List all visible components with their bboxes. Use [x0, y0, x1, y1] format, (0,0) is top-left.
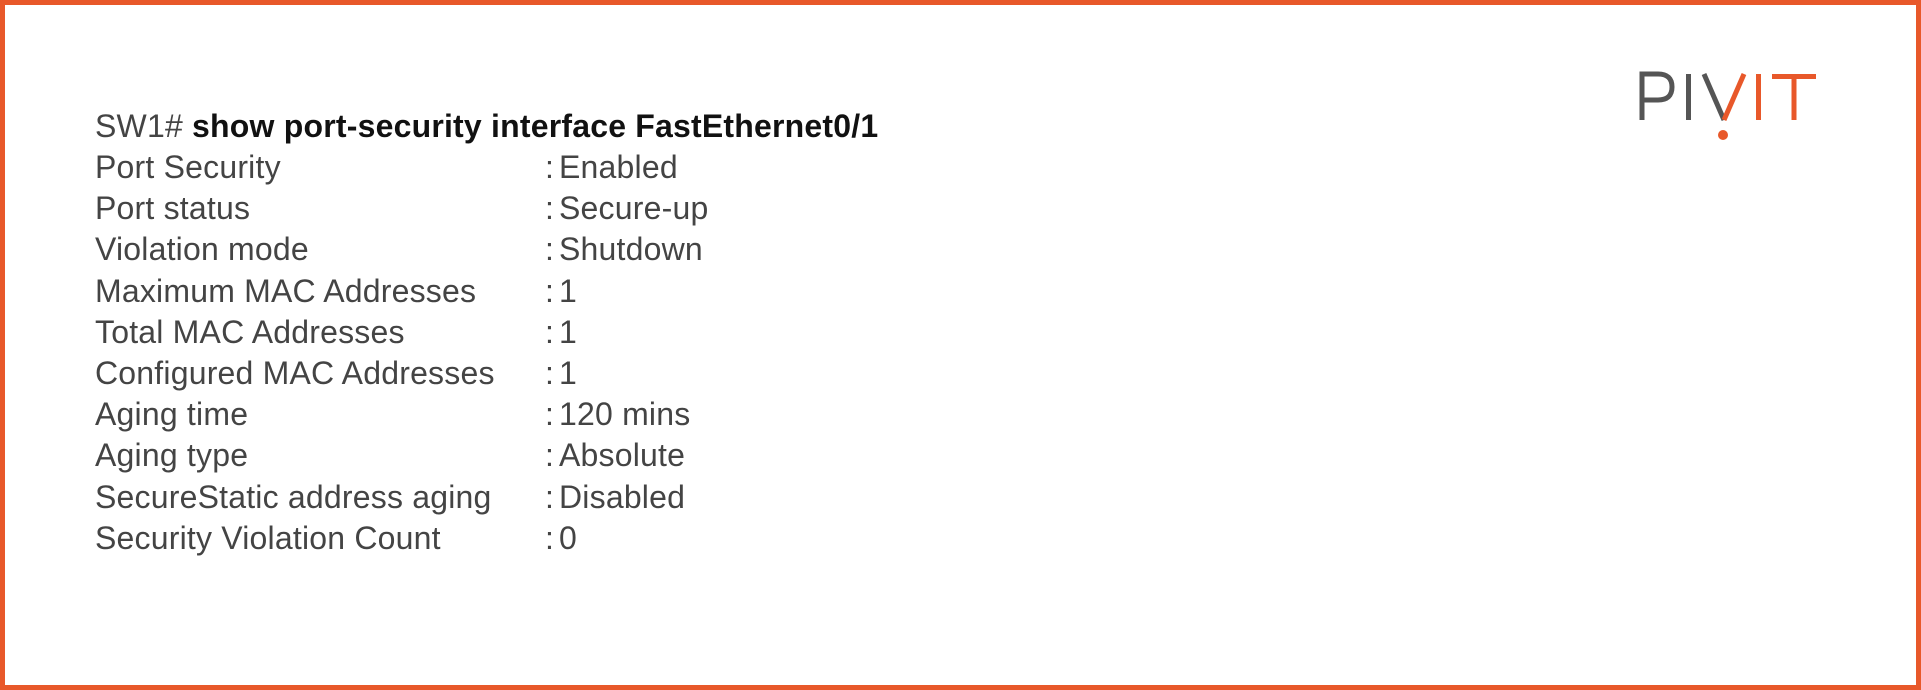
- row-separator: :: [545, 190, 555, 227]
- row-value: Secure-up: [559, 190, 709, 227]
- row-separator: :: [545, 313, 555, 350]
- row-value: 120 mins: [559, 396, 691, 433]
- row-label: Violation mode: [95, 231, 309, 268]
- row-value: 0: [559, 519, 577, 556]
- command-line: SW1# show port-security interface FastEt…: [95, 106, 878, 147]
- row-label: Maximum MAC Addresses: [95, 272, 477, 309]
- row-value: Shutdown: [559, 231, 703, 268]
- cli-command: show port-security interface FastEtherne…: [192, 108, 879, 144]
- output-row: Configured MAC Addresses:1: [95, 353, 878, 394]
- output-row: Port status: Secure-up: [95, 188, 878, 229]
- output-row: Aging time:120 mins: [95, 394, 878, 435]
- row-label: Total MAC Addresses: [95, 313, 405, 350]
- row-separator: :: [545, 231, 555, 268]
- logo-letter-p: [1639, 71, 1675, 120]
- output-row: Aging type: Absolute: [95, 435, 878, 476]
- row-separator: :: [545, 354, 555, 391]
- logo-dot: [1718, 130, 1728, 140]
- output-row: Security Violation Count:0: [95, 518, 878, 559]
- row-separator: :: [545, 437, 555, 474]
- cli-prompt: SW1#: [95, 108, 183, 144]
- row-label: SecureStatic address aging: [95, 478, 492, 515]
- output-row: Maximum MAC Addresses:1: [95, 271, 878, 312]
- output-row: Port Security: Enabled: [95, 147, 878, 188]
- row-value: Enabled: [559, 149, 678, 185]
- row-separator: :: [545, 149, 555, 185]
- row-separator: :: [545, 396, 555, 433]
- row-label: Aging time: [95, 396, 249, 433]
- logo-letter-t-stem: [1791, 74, 1797, 120]
- row-separator: :: [545, 519, 555, 556]
- row-value: 1: [559, 272, 577, 309]
- output-rows: Port Security: Enabled Port status: Secure-…: [95, 147, 878, 559]
- row-label: Configured MAC Addresses: [95, 354, 495, 391]
- row-label: Security Violation Count: [95, 519, 441, 556]
- cli-output: SW1# show port-security interface FastEt…: [95, 106, 878, 559]
- logo-letter-i2: [1756, 74, 1761, 120]
- row-separator: :: [545, 272, 555, 309]
- logo-letter-v-left: [1701, 73, 1727, 121]
- row-value: 1: [559, 354, 577, 391]
- logo-letter-v-right: [1721, 73, 1747, 121]
- row-value: Absolute: [559, 437, 686, 474]
- output-row: Total MAC Addresses:1: [95, 312, 878, 353]
- row-value: Disabled: [559, 478, 686, 515]
- row-separator: :: [545, 478, 555, 515]
- row-label: Port status: [95, 190, 251, 227]
- output-row: Violation mode: Shutdown: [95, 229, 878, 270]
- output-row: SecureStatic address aging: Disabled: [95, 477, 878, 518]
- row-label: Aging type: [95, 437, 249, 474]
- logo-letter-i: [1686, 74, 1691, 120]
- pivit-logo: PIVIT: [1639, 71, 1816, 140]
- row-label: Port Security: [95, 149, 281, 185]
- row-value: 1: [559, 313, 577, 350]
